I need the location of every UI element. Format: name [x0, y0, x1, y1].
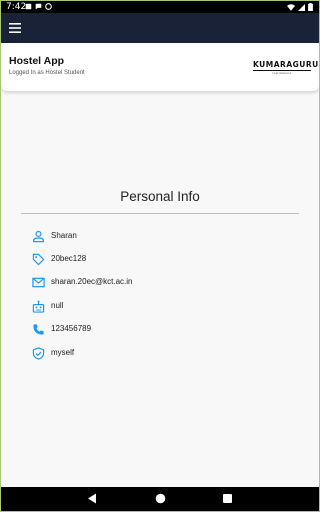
person-icon: [33, 230, 44, 242]
message-icon: [35, 3, 42, 10]
info-row-null: null: [32, 299, 63, 313]
notification-icon: [25, 3, 32, 10]
logo-text: KUMARAGURU: [253, 60, 319, 69]
info-row-phone: 123456789: [32, 322, 91, 336]
header-card: Hostel App Logged In as Hostel Student K…: [1, 43, 319, 91]
page-title: Personal Info: [120, 189, 200, 204]
kumaraguru-logo: KUMARAGURU institutions: [253, 60, 319, 76]
robot-icon: [32, 299, 45, 313]
hamburger-menu-icon[interactable]: [9, 23, 21, 33]
status-notifications: [25, 3, 52, 10]
info-row-name: Sharan: [32, 229, 77, 243]
recents-icon[interactable]: [223, 494, 232, 503]
cell-signal-icon: [298, 3, 305, 11]
app-frame: 7:42 Hostel App Logged In as Hostel Stud…: [1, 1, 319, 511]
back-icon[interactable]: [87, 493, 97, 504]
home-icon[interactable]: [155, 493, 166, 504]
info-phone-value: 123456789: [51, 324, 92, 333]
info-email-value: sharan.20ec@kct.ac.in: [51, 277, 133, 286]
title-divider: [21, 213, 299, 214]
info-row-roll-number: 20bec128: [32, 252, 86, 266]
signal-notification-icon: [45, 3, 52, 10]
wifi-icon: [287, 3, 295, 11]
tag-icon: [32, 253, 45, 265]
battery-icon: [308, 3, 313, 11]
status-bar: 7:42: [1, 1, 319, 13]
status-system-icons: [287, 3, 313, 11]
app-bar: [1, 13, 319, 43]
status-time: 7:42: [6, 2, 27, 12]
logo-subtext: institutions: [272, 70, 292, 75]
info-roll-number-value: 20bec128: [51, 254, 87, 263]
info-row-relation: myself: [32, 346, 74, 360]
app-title: Hostel App: [9, 55, 65, 67]
phone-icon: [33, 323, 44, 335]
login-status-subtitle: Logged In as Hostel Student: [9, 70, 85, 76]
info-row-email: sharan.20ec@kct.ac.in: [32, 275, 133, 289]
system-nav-bar: [1, 487, 319, 511]
shield-icon: [32, 346, 45, 360]
mail-icon: [32, 277, 45, 287]
info-name-value: Sharan: [51, 231, 77, 240]
info-relation-value: myself: [51, 348, 75, 357]
info-null-value: null: [51, 301, 64, 310]
